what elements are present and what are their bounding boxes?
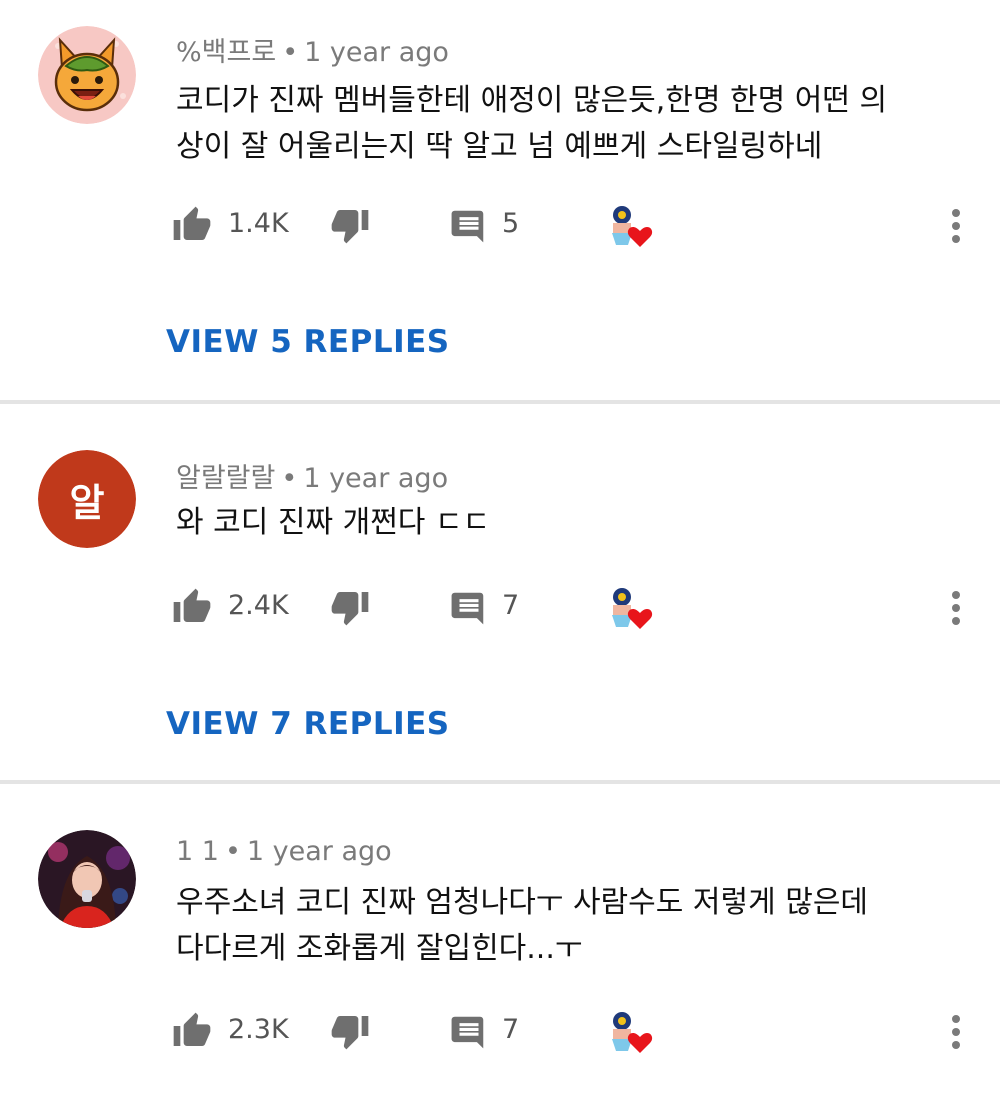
dislike-button[interactable] bbox=[330, 582, 370, 632]
creator-heart-icon bbox=[612, 1012, 653, 1053]
reply-button[interactable] bbox=[450, 200, 488, 250]
comment-text-line: 와 코디 진짜 개쩐다 ㄷㄷ bbox=[176, 505, 491, 540]
comment-item: %백프로 • 1 year ago 코디가 진짜 멤버들한테 애정이 많은듯,한명 … bbox=[0, 0, 1000, 400]
thumb-down-icon bbox=[331, 1016, 369, 1050]
more-options-button[interactable] bbox=[942, 588, 970, 632]
thumb-up-icon bbox=[173, 1012, 211, 1046]
comment-text-line: 우주소녀 코디 진짜 엄청나다ㅜ 사람수도 저렇게 많은데 bbox=[176, 885, 869, 920]
like-button[interactable] bbox=[172, 1006, 212, 1056]
comment-header: 알랄랄랄 • 1 year ago bbox=[176, 456, 448, 495]
creator-heart bbox=[606, 584, 658, 634]
comment-header: %백프로 • 1 year ago bbox=[176, 30, 449, 69]
comment-text: 우주소녀 코디 진짜 엄청나다ㅜ 사람수도 저렇게 많은데 다다르게 조화롭게 … bbox=[176, 880, 976, 972]
more-vert-icon bbox=[952, 1015, 960, 1049]
avatar[interactable]: 알 bbox=[38, 450, 136, 548]
comment-text-line: 상이 잘 어울리는지 딱 알고 넘 예쁘게 스타일링하네 bbox=[176, 129, 823, 164]
comment-text: 코디가 진짜 멤버들한테 애정이 많은듯,한명 한명 어떤 의 상이 잘 어울리… bbox=[176, 78, 976, 170]
like-count: 2.3K bbox=[228, 1014, 289, 1045]
person-avatar-image bbox=[38, 830, 136, 928]
comment-text-line: 코디가 진짜 멤버들한테 애정이 많은듯,한명 한명 어떤 의 bbox=[176, 83, 888, 118]
view-replies-link[interactable]: VIEW 5 REPLIES bbox=[166, 324, 450, 360]
creator-heart-icon bbox=[612, 206, 653, 247]
more-vert-icon bbox=[952, 591, 960, 625]
comment-text-line: 다다르게 조화롭게 잘입힌다...ㅜ bbox=[176, 931, 583, 966]
avatar[interactable] bbox=[38, 830, 136, 928]
thumb-up-icon bbox=[173, 206, 211, 240]
comment-text: 와 코디 진짜 개쩐다 ㄷㄷ bbox=[176, 500, 976, 546]
creator-heart-icon bbox=[612, 588, 653, 629]
cat-avatar-image bbox=[38, 26, 136, 124]
reply-count: 5 bbox=[502, 208, 520, 239]
comment-actions: 1.4K 5 bbox=[172, 200, 972, 250]
separator-dot: • bbox=[224, 836, 241, 867]
comment-icon bbox=[451, 1016, 484, 1049]
separator-dot: • bbox=[281, 463, 298, 494]
comment-actions: 2.4K 7 bbox=[172, 582, 972, 632]
avatar[interactable] bbox=[38, 26, 136, 124]
reply-button[interactable] bbox=[450, 582, 488, 632]
comment-icon bbox=[451, 210, 484, 243]
dislike-button[interactable] bbox=[330, 1006, 370, 1056]
like-button[interactable] bbox=[172, 582, 212, 632]
comment-icon bbox=[451, 592, 484, 625]
author-name[interactable]: 1 1 bbox=[176, 836, 219, 867]
comment-item: 1 1 • 1 year ago 우주소녀 코디 진짜 엄청나다ㅜ 사람수도 저렇게… bbox=[0, 784, 1000, 1095]
timestamp: 1 year ago bbox=[304, 37, 449, 68]
comment-header: 1 1 • 1 year ago bbox=[176, 836, 392, 867]
comment-actions: 2.3K 7 bbox=[172, 1006, 972, 1056]
like-count: 1.4K bbox=[228, 208, 289, 239]
reply-count: 7 bbox=[502, 590, 520, 621]
author-name[interactable]: 알랄랄랄 bbox=[176, 463, 275, 494]
like-button[interactable] bbox=[172, 200, 212, 250]
thumb-up-icon bbox=[173, 588, 211, 622]
reply-button[interactable] bbox=[450, 1006, 488, 1056]
thumb-down-icon bbox=[331, 210, 369, 244]
more-vert-icon bbox=[952, 209, 960, 243]
author-name[interactable]: %백프로 bbox=[176, 37, 276, 68]
more-options-button[interactable] bbox=[942, 1012, 970, 1056]
more-options-button[interactable] bbox=[942, 206, 970, 250]
timestamp: 1 year ago bbox=[303, 463, 449, 494]
like-count: 2.4K bbox=[228, 590, 289, 621]
comment-item: 알 알랄랄랄 • 1 year ago 와 코디 진짜 개쩐다 ㄷㄷ 2.4K 7 bbox=[0, 404, 1000, 780]
view-replies-link[interactable]: VIEW 7 REPLIES bbox=[166, 706, 450, 742]
timestamp: 1 year ago bbox=[246, 836, 392, 867]
creator-heart bbox=[606, 1008, 658, 1058]
creator-heart bbox=[606, 202, 658, 252]
avatar-letter: 알 bbox=[69, 480, 105, 525]
dislike-button[interactable] bbox=[330, 200, 370, 250]
separator-dot: • bbox=[282, 37, 299, 68]
thumb-down-icon bbox=[331, 592, 369, 626]
reply-count: 7 bbox=[502, 1014, 520, 1045]
